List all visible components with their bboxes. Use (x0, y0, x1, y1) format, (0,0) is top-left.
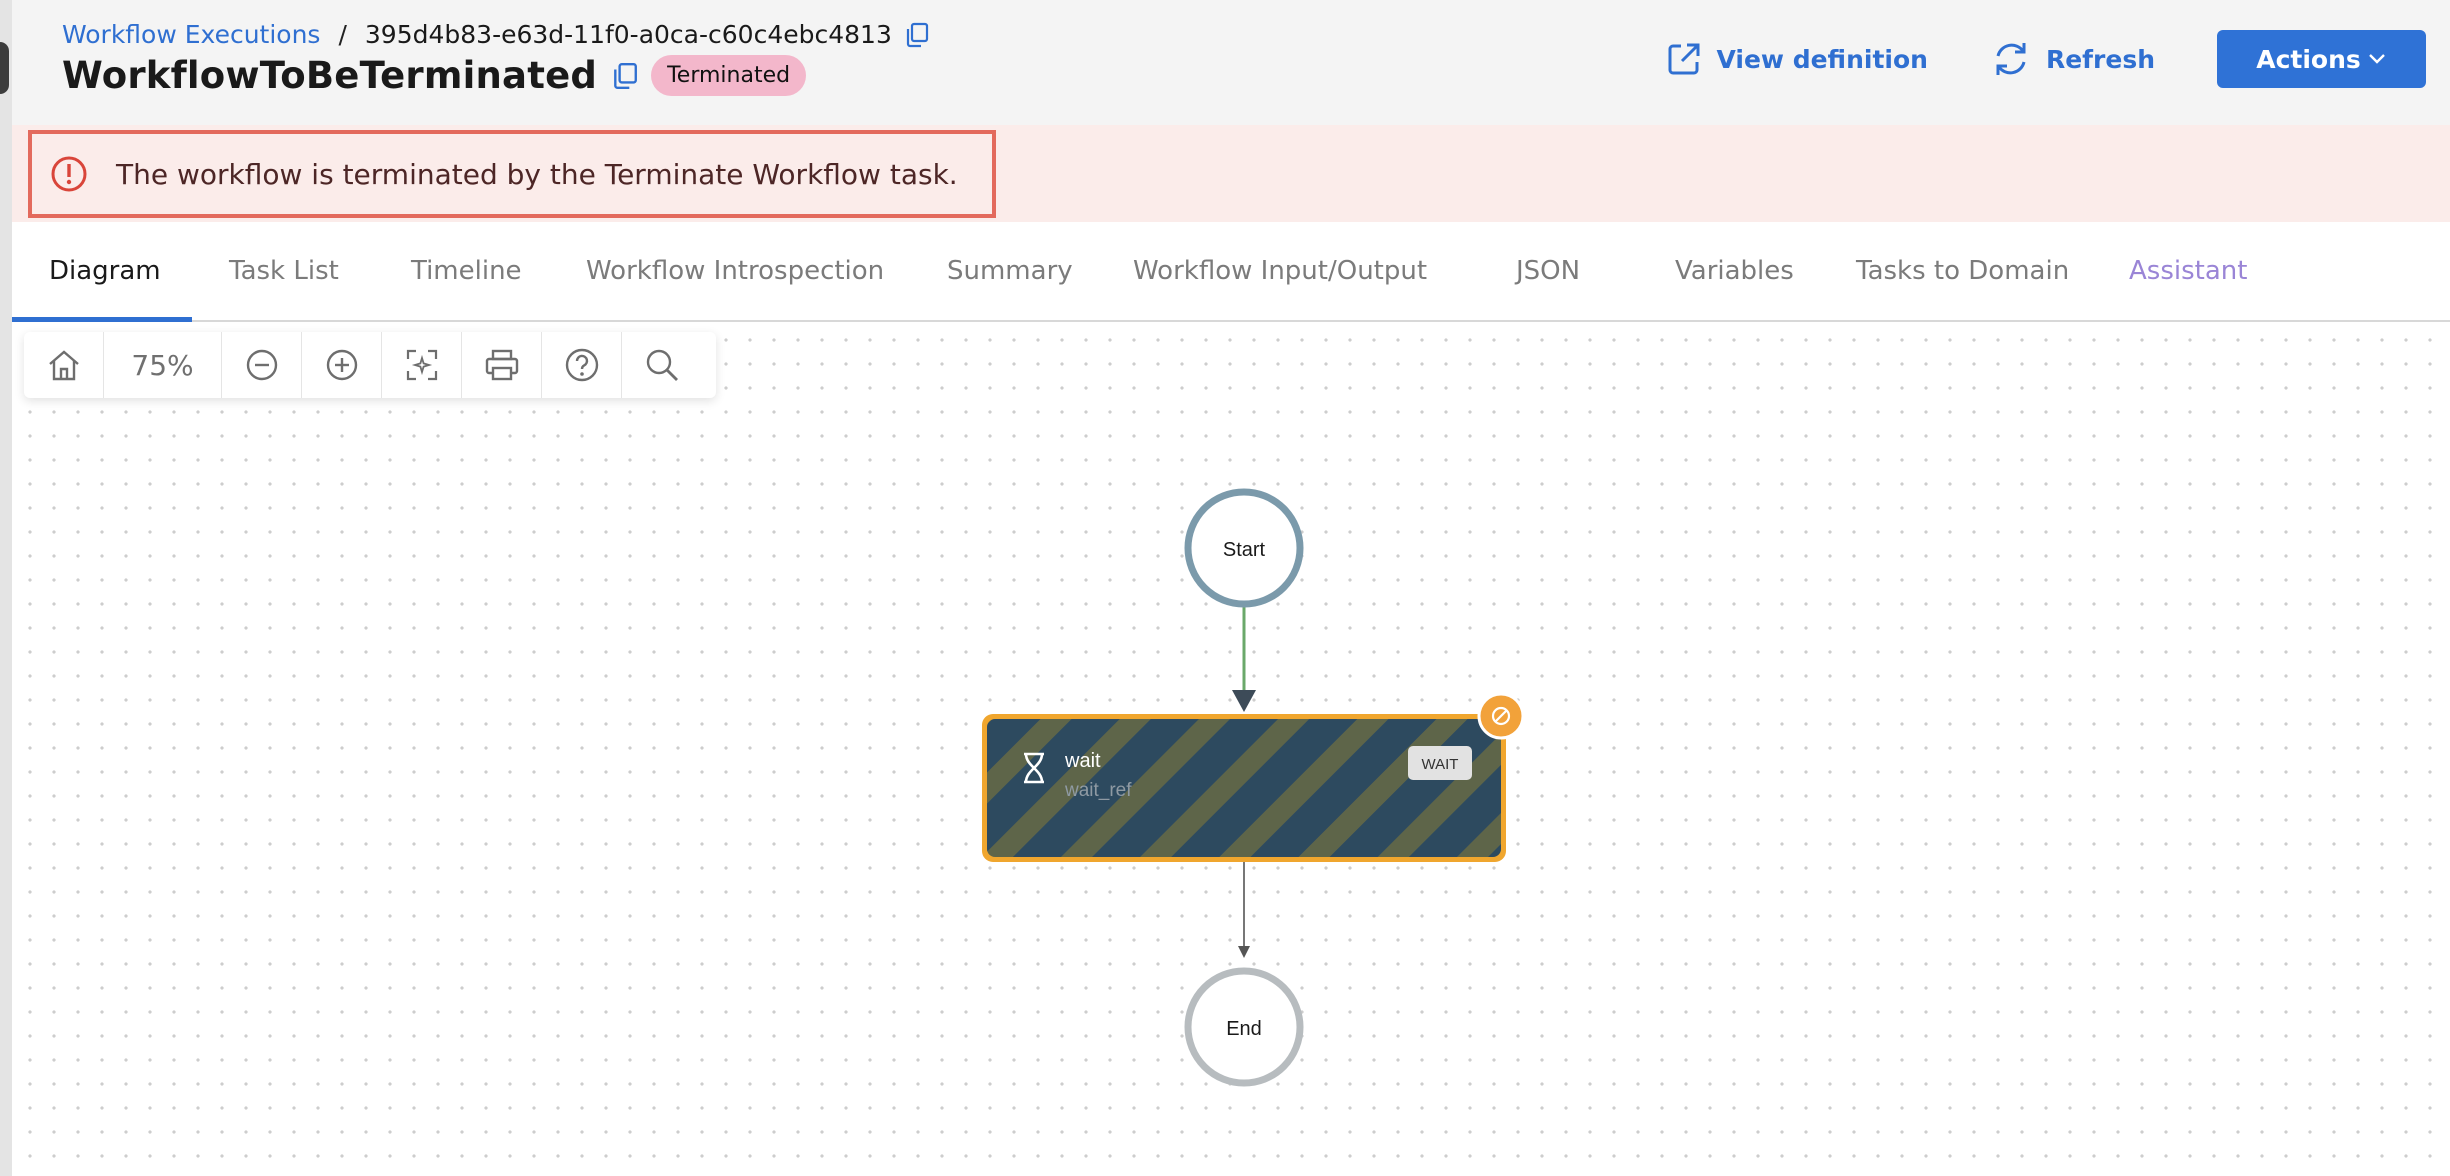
terminated-status-icon (1477, 692, 1525, 740)
refresh-button[interactable]: Refresh (1990, 38, 2155, 80)
diagram-canvas[interactable]: Start wait wait_ref WAIT End 75% (12, 322, 2450, 1176)
zoom-out-icon (246, 349, 277, 381)
print-button[interactable] (462, 332, 542, 398)
view-definition-label: View definition (1716, 44, 1928, 74)
actions-label: Actions (2256, 44, 2361, 74)
tab-variables[interactable]: Variables (1675, 256, 1794, 286)
page-title: WorkflowToBeTerminated (62, 54, 598, 97)
edge-start-arrowhead (1232, 690, 1256, 712)
tab-diagram[interactable]: Diagram (49, 256, 161, 286)
breadcrumb-workflow-executions-link[interactable]: Workflow Executions (62, 20, 320, 49)
zoom-in-button[interactable] (302, 332, 382, 398)
breadcrumb: Workflow Executions / 395d4b83-e63d-11f0… (62, 20, 930, 49)
fit-to-screen-icon (406, 349, 437, 381)
home-icon (48, 350, 79, 381)
termination-alert: The workflow is terminated by the Termin… (28, 130, 996, 218)
tab-workflow-input-output[interactable]: Workflow Input/Output (1133, 256, 1427, 286)
tab-summary[interactable]: Summary (947, 256, 1073, 286)
tab-task-list[interactable]: Task List (229, 256, 339, 286)
end-node[interactable]: End (1184, 967, 1304, 1087)
view-definition-button[interactable]: View definition (1666, 41, 1928, 77)
tab-workflow-introspection[interactable]: Workflow Introspection (586, 256, 884, 286)
zoom-level: 75% (104, 332, 222, 398)
help-icon (565, 348, 598, 382)
title-row: WorkflowToBeTerminated Terminated (62, 54, 807, 97)
task-type-badge: WAIT (1422, 756, 1459, 773)
zoom-out-button[interactable] (222, 332, 302, 398)
breadcrumb-separator: / (338, 20, 347, 49)
start-node[interactable]: Start (1184, 488, 1304, 608)
search-button[interactable] (622, 332, 702, 398)
status-badge: Terminated (651, 55, 807, 96)
tab-timeline[interactable]: Timeline (411, 256, 522, 286)
end-node-label: End (1226, 1018, 1262, 1040)
workflow-diagram: Start wait wait_ref WAIT End (982, 488, 1525, 1087)
error-icon (51, 156, 87, 192)
task-name: wait (1064, 750, 1101, 772)
help-button[interactable] (542, 332, 622, 398)
diagram-toolbar: 75% (24, 332, 716, 398)
main-content: Diagram Task List Timeline Workflow Intr… (12, 222, 2450, 1176)
alert-message: The workflow is terminated by the Termin… (116, 157, 958, 191)
tab-json[interactable]: JSON (1516, 256, 1580, 286)
refresh-label: Refresh (2045, 44, 2155, 74)
chevron-down-icon (2368, 54, 2385, 64)
home-button[interactable] (24, 332, 104, 398)
tab-tasks-to-domain[interactable]: Tasks to Domain (1856, 256, 2069, 286)
left-edge (0, 0, 12, 1176)
edge-end-arrowhead (1238, 946, 1250, 958)
task-ref: wait_ref (1064, 780, 1132, 801)
external-link-icon (1668, 43, 1700, 75)
start-node-label: Start (1223, 539, 1266, 561)
actions-button[interactable]: Actions (2217, 30, 2426, 88)
copy-name-icon[interactable] (611, 62, 639, 90)
page-header: Workflow Executions / 395d4b83-e63d-11f0… (12, 0, 2450, 125)
sidebar-collapse-handle[interactable] (0, 42, 9, 94)
task-node-wait[interactable]: wait wait_ref WAIT (982, 714, 1506, 862)
zoom-in-icon (326, 349, 357, 381)
tab-assistant[interactable]: Assistant (2129, 256, 2247, 286)
search-icon (646, 349, 678, 381)
alert-bar: The workflow is terminated by the Termin… (12, 125, 2450, 222)
fit-to-screen-button[interactable] (382, 332, 462, 398)
tab-bar: Diagram Task List Timeline Workflow Intr… (12, 222, 2450, 322)
breadcrumb-execution-id: 395d4b83-e63d-11f0-a0ca-c60c4ebc4813 (364, 20, 892, 49)
refresh-icon (1996, 43, 2026, 75)
printer-icon (485, 349, 518, 381)
copy-id-icon[interactable] (904, 22, 930, 48)
header-actions: View definition Refresh Actions (1666, 30, 2426, 88)
